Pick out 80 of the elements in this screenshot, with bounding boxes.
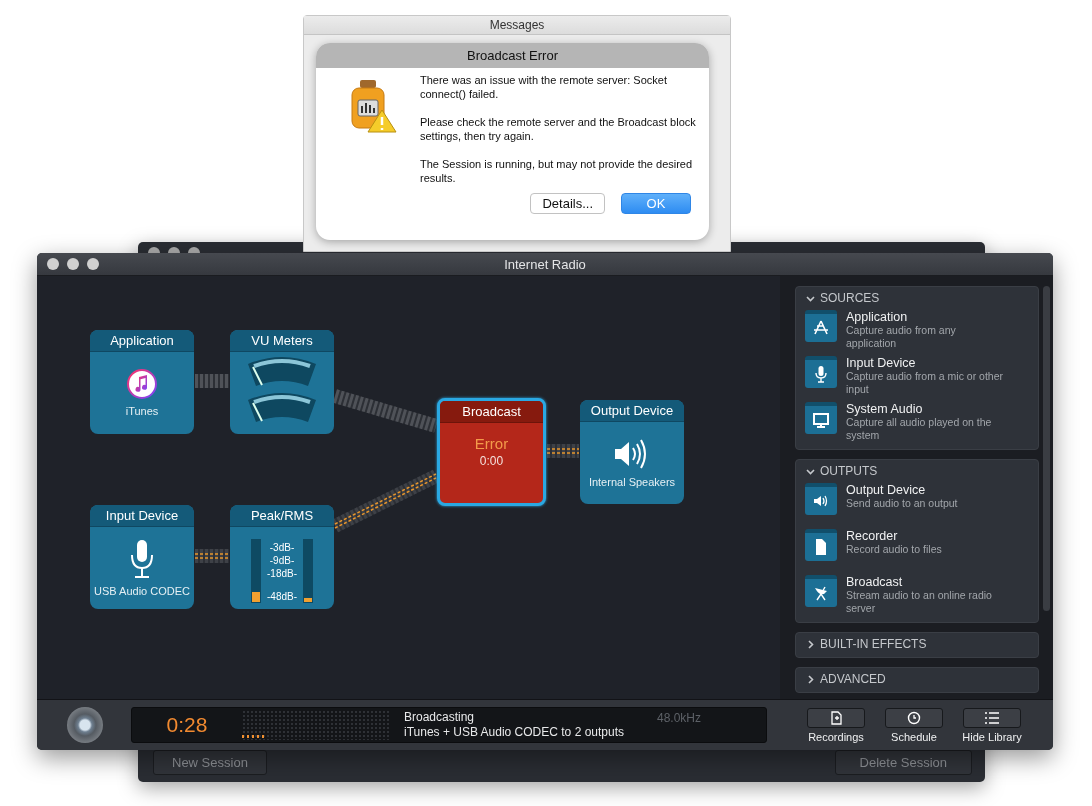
monitor-icon [805,402,837,434]
library-item[interactable]: System Audio Capture all audio played on the system [796,399,1038,445]
list-icon[interactable] [963,707,1021,728]
chevron-icon [806,674,815,684]
library-item[interactable]: Broadcast Stream audio to an online radio server [796,572,1038,618]
item-description: Capture audio from a mic or other input [846,370,1004,396]
item-name: Recorder [846,529,899,543]
alert-message: The Session is running, but may not provide the desired results. [420,157,694,185]
chevron-icon [806,293,815,303]
library-item[interactable]: Input Device Capture audio from a mic or other input [796,353,1038,399]
node-block[interactable]: VU Meters [230,330,334,434]
node-label: USB Audio CODEC [94,585,190,597]
node-title: VU Meters [251,333,313,348]
item-description: Stream audio to an online radio server [846,589,993,615]
library-item[interactable]: Output Device Send audio to an output [796,480,1038,526]
library-item[interactable]: Application Capture audio from any application [796,307,1038,353]
close-button[interactable] [47,258,59,270]
document-icon [805,529,837,561]
minimize-button[interactable] [67,258,79,270]
zoom-button[interactable] [87,258,99,270]
section-header[interactable]: BUILT-IN EFFECTS [796,633,1038,653]
scrollbar[interactable] [1043,286,1050,611]
node-title: Peak/RMS [250,508,314,523]
item-description: Record audio to files [846,543,943,556]
section-header[interactable]: SOURCES [796,287,1038,307]
node-block[interactable]: Input Device USB Audio CODEC [90,505,194,609]
window-title: Internet Radio [504,256,586,272]
status-detail: iTunes + USB Audio CODEC to 2 outputs [404,725,624,740]
elapsed-timer: 0:28 [165,713,209,737]
node-block[interactable]: Application iTunes [90,330,194,434]
toolbar-label: Hide Library [962,730,1022,743]
elapsed-time: 0:00 [479,454,504,468]
toolbar-label: Recordings [808,730,864,743]
section-header[interactable]: OUTPUTS [796,460,1038,480]
db-label: -18dB- [267,567,297,580]
close-button[interactable] [148,247,160,253]
node-title: Input Device [105,508,179,523]
alert-message: There was an issue with the remote server: Socket connect() failed. [420,73,668,101]
node-title: Application [110,333,174,348]
toolbar-label: Schedule [891,730,937,743]
clock-icon[interactable] [885,707,943,728]
item-name: Application [846,310,909,324]
chevron-icon [806,639,815,649]
item-description: Capture audio from any application [846,324,957,350]
window-title: Messages [489,18,545,32]
db-label: -9dB- [269,554,295,567]
item-name: System Audio [846,402,924,416]
item-description: Capture all audio played on the system [846,416,993,442]
app-store-icon [805,310,837,342]
details-button[interactable]: Details... [530,193,605,214]
satellite-dish-icon [805,575,837,607]
chevron-icon [806,466,815,476]
node-block[interactable]: Broadcast Error 0:00 [437,398,546,506]
recordings-icon[interactable] [807,707,865,728]
item-description: Send audio to an output [846,497,959,510]
music-note-icon [127,369,157,399]
alert-message: Please check the remote server and the Broadcast block settings, then try again. [420,115,697,143]
item-name: Output Device [846,483,927,497]
node-title: Output Device [590,403,674,418]
start-stop-button[interactable] [67,707,103,743]
microphone-icon [805,356,837,388]
speaker-icon [805,483,837,515]
db-label: -3dB- [269,541,295,554]
zoom-button[interactable] [188,247,200,253]
node-block[interactable]: Peak/RMS -3dB- -9dB- -18dB- -48dB- [230,505,334,609]
node-title: Broadcast [462,404,521,419]
alert-title: Broadcast Error [466,48,558,63]
library-item[interactable]: Recorder Record audio to files [796,526,1038,572]
status-text: Broadcasting [404,710,476,725]
item-name: Input Device [846,356,917,370]
db-label: -48dB- [267,590,297,603]
item-name: Broadcast [846,575,904,589]
microphone-icon [129,539,155,579]
sample-rate: 48.0kHz [657,711,702,725]
minimize-button[interactable] [168,247,180,253]
section-header[interactable]: ADVANCED [796,668,1038,688]
node-label: iTunes [125,405,159,417]
node-block[interactable]: Output Device Internal Speakers [580,400,684,504]
node-label: Internal Speakers [588,476,676,488]
error-status: Error [474,435,509,452]
